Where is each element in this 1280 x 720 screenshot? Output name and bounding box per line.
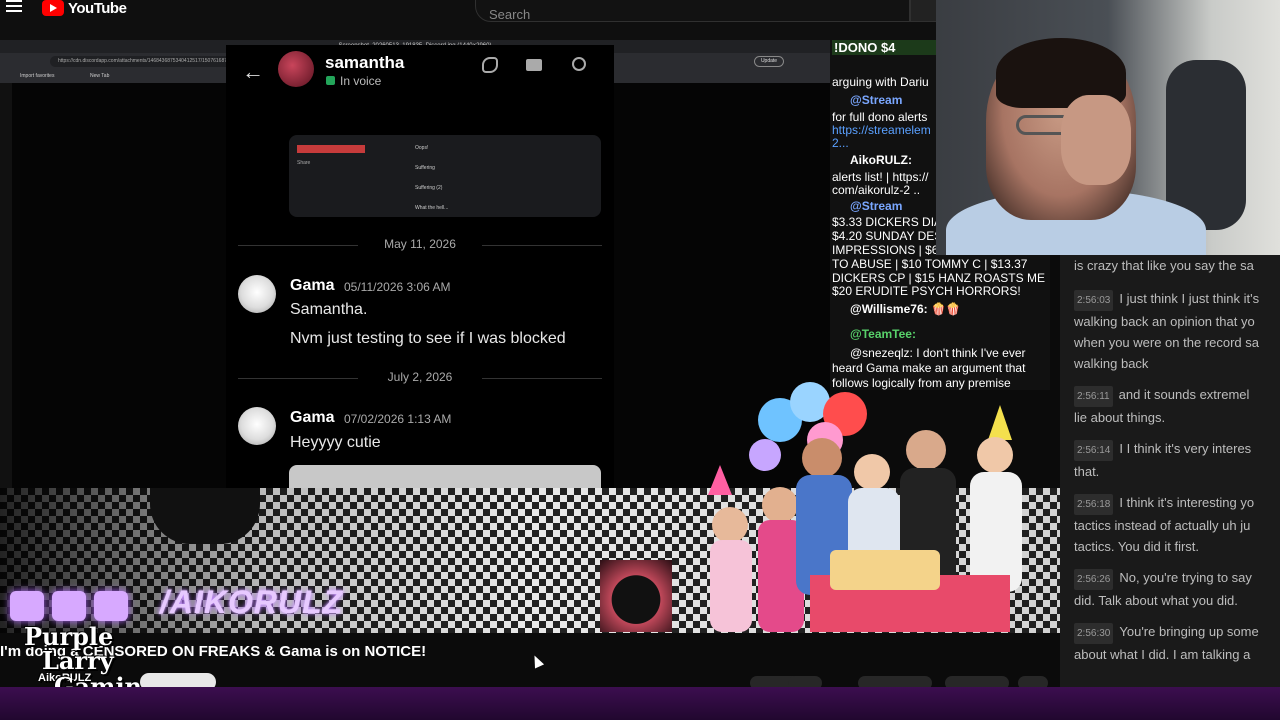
birthday-party-image	[708, 382, 1022, 632]
transcript-segment[interactable]: is crazy that like you say the sa	[1074, 255, 1280, 276]
browser-side-rail	[0, 83, 12, 488]
chat-message-line: $3.33 DICKERS DIA	[832, 215, 936, 229]
brand-line-2: Larry	[42, 646, 114, 675]
chat-message-line: for full dono alerts	[832, 110, 928, 124]
video-call-icon[interactable]	[526, 59, 542, 71]
voice-status-icon	[326, 76, 335, 85]
transcript-timestamp[interactable]: 2:56:18	[1074, 494, 1114, 515]
back-arrow-icon[interactable]: ←	[242, 59, 264, 85]
transcript-text: I think it's interesting yo	[1119, 495, 1255, 510]
transcript-text: You're bringing up some	[1119, 624, 1259, 639]
bookmark-import-favorites[interactable]: Import favorites	[20, 73, 54, 79]
contact-status: In voice	[340, 74, 382, 88]
transcript-panel[interactable]: is crazy that like you say the sa 2:56:03…	[1060, 255, 1280, 687]
embed-row: Suffering (2)	[415, 185, 443, 191]
transcript-text: that.	[1074, 464, 1100, 479]
transcript-text: walking back an opinion that yo	[1074, 314, 1255, 329]
transcript-timestamp[interactable]: 2:56:03	[1074, 290, 1114, 311]
transcript-text: tactics. You did it first.	[1074, 539, 1200, 554]
twitter-icon	[10, 591, 44, 621]
chat-message-line: TO ABUSE | $10 TOMMY C | $13.37	[832, 257, 1028, 271]
bookmark-new-tab[interactable]: New Tab	[90, 73, 109, 79]
youtube-icon	[52, 591, 86, 621]
chat-message-line: arguing with Dariu	[832, 75, 929, 89]
streamer-handle: /AIKORULZ	[160, 584, 344, 620]
embed-button	[297, 145, 365, 153]
browser-update-button[interactable]: Update	[754, 56, 784, 67]
chat-message-line: $20 ERUDITE PSYCH HORRORS!	[832, 284, 1021, 298]
youtube-logo[interactable]: YouTube	[42, 0, 127, 17]
transcript-segment[interactable]: 2:56:30 You're bringing up some about what…	[1074, 621, 1280, 665]
transcript-text: did. Talk about what you did.	[1074, 593, 1238, 608]
hamburger-menu-icon[interactable]	[6, 0, 22, 14]
transcript-text: when you were on the record sa	[1074, 335, 1259, 350]
contact-avatar[interactable]	[278, 51, 314, 87]
chat-message-line: https://streamelem	[832, 123, 931, 137]
scene-pedestal	[150, 488, 260, 544]
chat-message-line: @TeamTee:	[850, 327, 916, 341]
chat-message-line: @snezeqlz: I don't think I've ever	[850, 346, 1026, 360]
message-text: Nvm just testing to see if I was blocked	[290, 330, 566, 347]
message-timestamp: 05/11/2026 3:06 AM	[344, 280, 451, 294]
transcript-text: No, you're trying to say	[1119, 570, 1252, 585]
embed-row: What the hell...	[415, 205, 449, 211]
transcript-text: tactics instead of actually uh ju	[1074, 518, 1251, 533]
youtube-logo-text: YouTube	[68, 0, 127, 17]
date-separator: July 2, 2026	[238, 370, 602, 386]
twitch-icon	[94, 591, 128, 621]
transcript-segment[interactable]: 2:56:11 and it sounds extremel lie about t…	[1074, 384, 1280, 428]
youtube-search-button[interactable]	[910, 0, 938, 22]
transcript-segment[interactable]: 2:56:03 I just think I just think it's wal…	[1074, 288, 1280, 374]
transcript-text: and it sounds extremel	[1118, 387, 1250, 402]
message-avatar[interactable]	[238, 407, 276, 445]
search-icon[interactable]	[572, 57, 586, 71]
transcript-timestamp[interactable]: 2:56:26	[1074, 569, 1114, 590]
chat-message-line: $4.20 SUNDAY DES	[832, 229, 936, 243]
overlay-bottom-bar	[0, 687, 1280, 720]
transcript-segment[interactable]: 2:56:18 I think it's interesting yo tactic…	[1074, 492, 1280, 557]
embed-share-label: Share	[297, 160, 311, 166]
transcript-timestamp[interactable]: 2:56:30	[1074, 623, 1114, 644]
message-author[interactable]: Gama	[290, 277, 334, 295]
transcript-segment[interactable]: 2:56:14 I I think it's very interes that.	[1074, 438, 1280, 482]
transcript-text: about what I did. I am talking a	[1074, 647, 1251, 662]
transcript-text: walking back	[1074, 356, 1149, 371]
embed-row: Oops!	[415, 145, 429, 151]
transcript-text: lie about things.	[1074, 410, 1166, 425]
chat-message-line: com/aikorulz-2 ..	[832, 183, 921, 197]
chat-message-line: IMPRESSIONS | $6	[832, 243, 936, 257]
transcript-text: I I think it's very interes	[1119, 441, 1252, 456]
transcript-text: I just think I just think it's	[1119, 291, 1260, 306]
chat-message-line: 2...	[832, 136, 849, 150]
youtube-play-icon	[42, 0, 64, 16]
dm-header: ← samantha In voice	[226, 45, 614, 95]
mouse-cursor-icon	[529, 653, 545, 669]
social-icons-row	[10, 588, 128, 624]
black-cat-image	[600, 560, 672, 632]
discord-dm-screenshot: ← samantha In voice Share Oops! Sufferin…	[226, 45, 614, 493]
message-text: Heyyyy cutie	[290, 434, 381, 451]
message-text: Samantha.	[290, 301, 368, 318]
phone-call-icon[interactable]	[482, 57, 498, 73]
youtube-search-input[interactable]: Search	[475, 0, 910, 22]
webcam-feed	[936, 0, 1280, 255]
message-avatar[interactable]	[238, 275, 276, 313]
contact-name[interactable]: samantha	[325, 53, 404, 73]
dono-banner: !DONO $4	[832, 40, 936, 55]
transcript-segment[interactable]: 2:56:26 No, you're trying to say did. Talk…	[1074, 567, 1280, 611]
message-author[interactable]: Gama	[290, 409, 334, 427]
chat-message-line: heard Gama make an argument that	[832, 361, 1026, 375]
message-timestamp: 07/02/2026 1:13 AM	[344, 412, 452, 426]
link-embed-card[interactable]: Share Oops! Suffering Suffering (2) What…	[289, 135, 601, 217]
transcript-timestamp[interactable]: 2:56:11	[1074, 386, 1113, 407]
chat-message-line: DICKERS CP | $15 HANZ ROASTS ME |	[832, 271, 1048, 285]
date-separator: May 11, 2026	[238, 237, 602, 253]
streamer-hand	[1061, 95, 1131, 185]
transcript-timestamp[interactable]: 2:56:14	[1074, 440, 1114, 461]
embed-row: Suffering	[415, 165, 435, 171]
chat-message-line: alerts list! | https://	[832, 170, 929, 184]
chat-message-line: follows logically from any premise	[832, 376, 1011, 390]
chat-message-line: @Willisme76: 🍿🍿	[850, 302, 961, 316]
transcript-text: is crazy that like you say the sa	[1074, 258, 1254, 273]
